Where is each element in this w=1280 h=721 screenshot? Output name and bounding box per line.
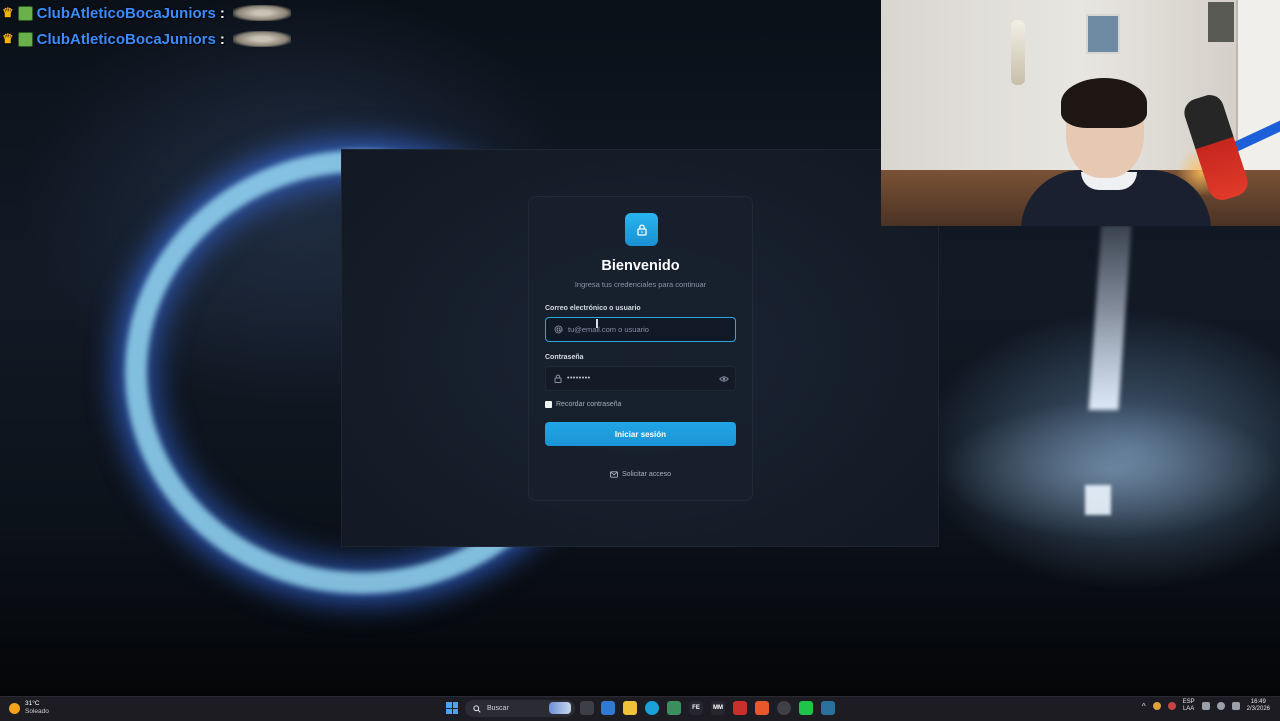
email-label: Correo electrónico o usuario (545, 305, 641, 312)
mm-icon[interactable]: MM (711, 701, 725, 715)
chat-username: ClubAtleticoBocaJuniors (36, 30, 216, 48)
folder-icon[interactable] (623, 701, 637, 715)
clock-time: 16:49 (1250, 699, 1266, 705)
chevron-up-icon[interactable]: ^ (1142, 702, 1146, 711)
search-icon (473, 704, 481, 713)
login-card: Bienvenido Ingresa tus credenciales para… (528, 196, 753, 501)
weather-condition: Soleado (25, 708, 49, 715)
volume-icon[interactable] (1216, 702, 1225, 710)
taskbar: 31°C Soleado Buscar FE MM ^ ESP LAA 16:4… (0, 696, 1280, 721)
weather-temp: 31°C (25, 700, 40, 707)
windows-start-icon[interactable] (446, 702, 458, 714)
edge-icon[interactable] (645, 701, 659, 715)
sun-icon (9, 702, 20, 714)
emote-icon (232, 5, 291, 21)
emote-icon (232, 31, 291, 47)
fe-icon[interactable]: FE (689, 701, 703, 715)
system-tray: ^ ESP LAA 16:49 2/3/2026 (1142, 699, 1270, 713)
chat-message: ♛ ClubAtleticoBocaJuniors: (0, 0, 291, 26)
password-label: Contraseña (545, 354, 584, 361)
webcam-wall-decoration (1011, 20, 1025, 85)
copilot-icon[interactable] (601, 701, 615, 715)
text-cursor-icon (596, 319, 598, 328)
chat-separator: : (219, 4, 225, 22)
app-window: Bienvenido Ingresa tus credenciales para… (341, 149, 939, 547)
search-label: Buscar (487, 705, 509, 712)
task-view-icon[interactable] (580, 701, 594, 715)
email-placeholder: tu@email.com o usuario (568, 325, 649, 334)
password-value: •••••••• (567, 375, 591, 382)
battery-icon[interactable] (1231, 702, 1240, 710)
page-title: Bienvenido (601, 258, 680, 274)
crown-badge-icon: ♛ (2, 31, 14, 46)
background-glare (940, 400, 1280, 540)
game-icon[interactable] (799, 701, 813, 715)
taskbar-search[interactable]: Buscar (465, 700, 575, 717)
lock-small-icon (554, 374, 562, 383)
weather-widget[interactable]: 31°C Soleado (9, 700, 49, 716)
background-light-spot (1085, 485, 1111, 515)
sub-badge-icon (17, 5, 33, 21)
microphone-icon[interactable] (1167, 702, 1176, 710)
password-field[interactable]: •••••••• (545, 366, 736, 391)
request-access-label: Solicitar acceso (621, 471, 672, 478)
remember-me[interactable]: Recordar contraseña (545, 401, 621, 408)
tray-app-icon[interactable] (1152, 702, 1161, 710)
crown-badge-icon: ♛ (2, 5, 14, 20)
clock-date: 2/3/2026 (1246, 706, 1270, 712)
background-light-beam (1088, 225, 1132, 410)
lang-bottom: LAA (1182, 706, 1195, 712)
clock[interactable]: 16:49 2/3/2026 (1247, 699, 1270, 713)
chat-separator: : (219, 30, 225, 48)
lock-icon (625, 213, 658, 246)
stream-chat-overlay: ♛ ClubAtleticoBocaJuniors: ♛ ClubAtletic… (0, 0, 291, 52)
language-indicator[interactable]: ESP LAA (1183, 699, 1195, 713)
eye-icon[interactable] (719, 374, 729, 384)
at-icon (554, 325, 563, 334)
login-button[interactable]: Iniciar sesión (545, 422, 736, 446)
calendar-icon[interactable] (733, 701, 747, 715)
search-highlight-icon (549, 702, 571, 714)
network-icon[interactable] (1201, 702, 1210, 710)
webcam-overlay (881, 0, 1280, 226)
app-icon[interactable] (821, 701, 835, 715)
request-access-link[interactable]: Solicitar acceso (529, 471, 752, 478)
chrome-icon[interactable] (777, 701, 791, 715)
chat-message: ♛ ClubAtleticoBocaJuniors: (0, 26, 291, 52)
mail-icon (610, 471, 618, 478)
sub-badge-icon (17, 31, 33, 47)
chat-username: ClubAtleticoBocaJuniors (36, 4, 216, 22)
notepad-icon[interactable] (667, 701, 681, 715)
remember-checkbox[interactable] (545, 401, 552, 408)
email-field[interactable]: tu@email.com o usuario (545, 317, 736, 342)
webcam-picture-frame (1086, 14, 1120, 54)
webcam-poster (1208, 2, 1234, 42)
page-subtitle: Ingresa tus credenciales para continuar (574, 280, 707, 289)
remember-label: Recordar contraseña (556, 401, 622, 408)
webcam-person-hair (1061, 78, 1147, 128)
lang-top: ESP (1182, 699, 1195, 705)
brave-icon[interactable] (755, 701, 769, 715)
